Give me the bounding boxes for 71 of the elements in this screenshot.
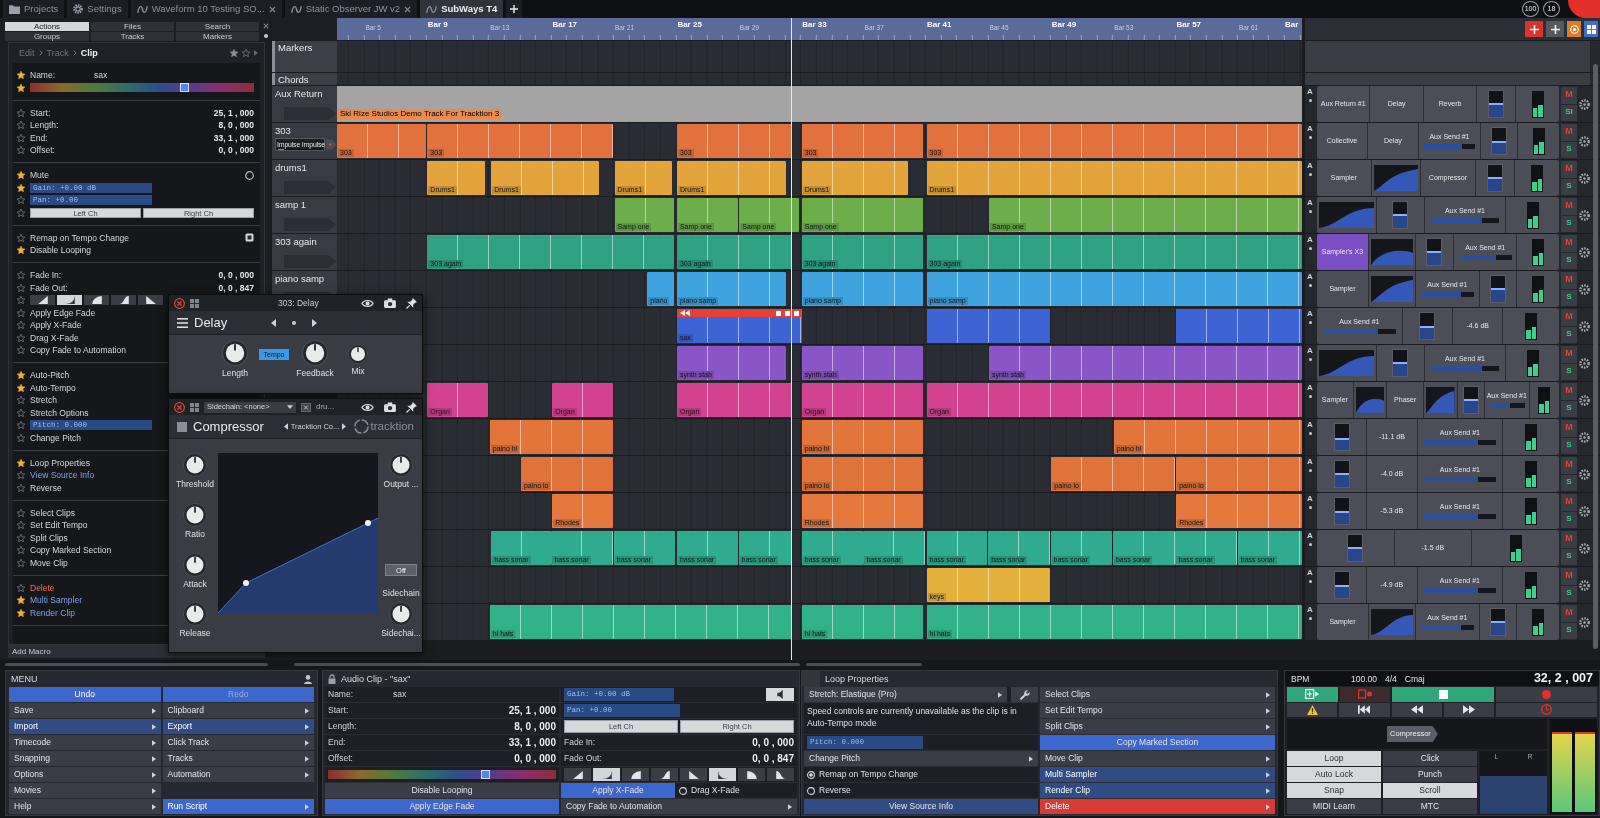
field-label: Fade In: bbox=[30, 270, 62, 281]
field-label: Offset: bbox=[328, 753, 353, 764]
track-name: samp 1 bbox=[275, 199, 308, 210]
plugin-title: Delay bbox=[194, 314, 228, 331]
toggle-label: Mute bbox=[30, 170, 49, 181]
knob-label: Attack bbox=[183, 578, 207, 589]
window-title: 303: Delay bbox=[278, 297, 319, 309]
field-value: 0, 0 , 000 bbox=[514, 752, 556, 765]
source-label: dru... bbox=[316, 402, 335, 412]
knob-label: Mix bbox=[351, 366, 365, 377]
field-label: Fade Out: bbox=[564, 753, 602, 764]
field-label: End: bbox=[30, 132, 48, 143]
time-signature: 4/4 bbox=[1385, 673, 1397, 684]
field-value: 0, 0 , 847 bbox=[218, 282, 254, 293]
key-signature: Cmaj bbox=[1404, 673, 1425, 684]
field-label: Name: bbox=[328, 689, 354, 700]
field-label: Fade Out: bbox=[30, 282, 68, 293]
track-name: 303 again bbox=[275, 236, 318, 247]
field-label: Length: bbox=[30, 120, 59, 131]
position-display: 32, 2 , 007 bbox=[1533, 671, 1593, 687]
plugin-title: Compressor bbox=[193, 418, 264, 435]
field-value: 8, 0 , 000 bbox=[514, 720, 556, 733]
panel-title: Audio Clip - "sax" bbox=[341, 673, 411, 685]
tempo-label: BPM bbox=[1291, 673, 1311, 684]
track-name: Aux Return bbox=[275, 88, 324, 99]
track-name: drums1 bbox=[275, 162, 308, 173]
tempo-value: 100.00 bbox=[1351, 673, 1377, 684]
field-value: sax bbox=[94, 70, 108, 81]
field-label: Start: bbox=[328, 705, 349, 716]
field-value: 0, 0 , 000 bbox=[218, 270, 254, 281]
track-name: Chords bbox=[278, 74, 310, 85]
field-label: Fade In: bbox=[564, 737, 596, 748]
field-value: 25, 1 , 000 bbox=[213, 107, 254, 118]
knob-label: Length bbox=[222, 368, 248, 379]
knob-label: Sidechain bbox=[382, 588, 420, 599]
field-label: Start: bbox=[30, 107, 51, 118]
track-name: piano samp bbox=[275, 273, 326, 284]
knob-label: Feedback bbox=[296, 368, 334, 379]
knob-label: Sidechai... bbox=[381, 628, 421, 639]
field-label: Offset: bbox=[30, 145, 55, 156]
field-value: 33, 1 , 000 bbox=[508, 736, 556, 749]
bar-label: Bar bbox=[1285, 21, 1299, 29]
knob-label: Ratio bbox=[185, 528, 205, 539]
toggle-label: Remap on Tempo Change bbox=[30, 232, 130, 243]
track-name: Markers bbox=[278, 42, 314, 53]
field-value: sax bbox=[393, 689, 407, 700]
bar-label: Bar 17 bbox=[552, 21, 578, 29]
panel-title: MENU bbox=[11, 673, 38, 685]
bar-label: Bar 25 bbox=[677, 21, 702, 29]
field-label: End: bbox=[328, 737, 346, 748]
knob-label: Output ... bbox=[383, 479, 419, 490]
brand-logo: tracktion bbox=[370, 419, 414, 434]
bar-label: Bar 33 bbox=[802, 21, 827, 29]
field-value: 0, 0 , 000 bbox=[218, 145, 254, 156]
field-value: 8, 0 , 000 bbox=[218, 120, 254, 131]
clip-label: Ski Rize Studios Demo Track For Tracktion 3 bbox=[337, 109, 503, 119]
info-text: Speed controls are currently unavailable as the clip is in Auto-Tempo mode bbox=[807, 705, 1018, 729]
bar-label: Bar 49 bbox=[1051, 21, 1077, 29]
bar-label: Bar 9 bbox=[427, 21, 448, 29]
track-name: 303 bbox=[275, 125, 292, 136]
field-label: Name: bbox=[30, 70, 56, 81]
knob-label: Release bbox=[179, 628, 211, 639]
field-value: 0, 0 , 847 bbox=[752, 752, 794, 765]
field-label: Length: bbox=[328, 721, 357, 732]
knob-label: Threshold bbox=[176, 479, 214, 490]
field-value: 0, 0 , 000 bbox=[752, 736, 794, 749]
field-value: 25, 1 , 000 bbox=[508, 704, 556, 717]
field-value: 33, 1 , 000 bbox=[213, 132, 254, 143]
panel-title: Loop Properties bbox=[825, 673, 889, 685]
bar-label: Bar 57 bbox=[1176, 21, 1202, 29]
bar-label: Bar 41 bbox=[927, 21, 952, 29]
